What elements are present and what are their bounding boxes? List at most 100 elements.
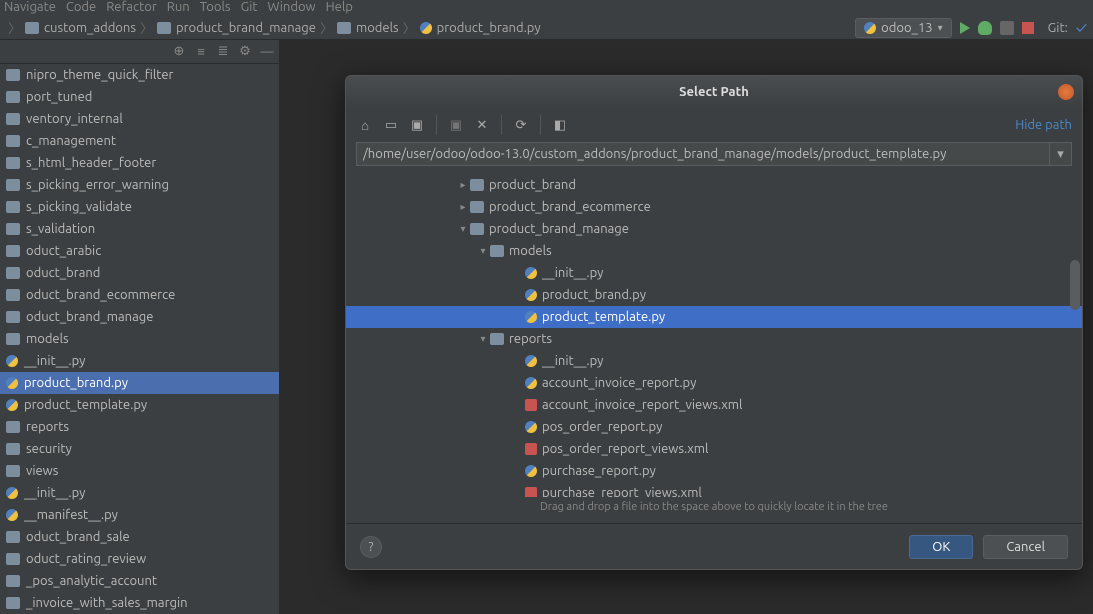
file-tree-item[interactable]: ▸product_brand_ecommerce: [346, 196, 1082, 218]
show-hidden-icon[interactable]: ◧: [551, 116, 569, 134]
tree-item-label: product_template.py: [24, 398, 147, 412]
breadcrumb[interactable]: 〉custom_addons 〉product_brand_manage 〉mo…: [6, 18, 541, 37]
tree-item[interactable]: __init__.py: [0, 350, 279, 372]
help-icon[interactable]: ?: [360, 536, 382, 558]
file-tree-item[interactable]: account_invoice_report_views.xml: [346, 394, 1082, 416]
chevron-down-icon[interactable]: ▾: [476, 333, 490, 345]
tree-item[interactable]: views: [0, 460, 279, 482]
tree-item[interactable]: oduct_rating_review: [0, 548, 279, 570]
project-icon[interactable]: ▣: [408, 116, 426, 134]
scrollbar[interactable]: [1070, 260, 1080, 310]
file-tree-item[interactable]: ▸product_brand: [346, 174, 1082, 196]
cancel-button[interactable]: Cancel: [983, 535, 1068, 559]
desktop-icon[interactable]: ▭: [382, 116, 400, 134]
file-tree-item[interactable]: pos_order_report_views.xml: [346, 438, 1082, 460]
tree-item[interactable]: s_picking_error_warning: [0, 174, 279, 196]
folder-icon: [490, 245, 504, 257]
folder-icon: [6, 289, 20, 301]
tree-item[interactable]: port_tuned: [0, 86, 279, 108]
tree-item[interactable]: oduct_brand_ecommerce: [0, 284, 279, 306]
file-tree-item[interactable]: __init__.py: [346, 262, 1082, 284]
python-file-icon: [6, 487, 18, 499]
chevron-right-icon[interactable]: ▸: [456, 201, 470, 213]
tree-item[interactable]: oduct_brand: [0, 262, 279, 284]
chevron-down-icon[interactable]: ▾: [476, 245, 490, 257]
delete-icon[interactable]: ✕: [473, 116, 491, 134]
expand-all-icon[interactable]: ≡: [193, 44, 209, 60]
home-icon[interactable]: ⌂: [356, 116, 374, 134]
tree-item[interactable]: oduct_arabic: [0, 240, 279, 262]
gear-icon[interactable]: ⚙: [237, 44, 253, 60]
tree-item-label: models: [26, 332, 69, 346]
file-tree-item[interactable]: product_brand.py: [346, 284, 1082, 306]
path-history-dropdown[interactable]: ▾: [1050, 142, 1072, 166]
file-tree-item[interactable]: ▾product_brand_manage: [346, 218, 1082, 240]
tree-item[interactable]: c_management: [0, 130, 279, 152]
tree-item[interactable]: product_template.py: [0, 394, 279, 416]
file-tree-item[interactable]: pos_order_report.py: [346, 416, 1082, 438]
file-tree-item-label: product_brand.py: [542, 288, 646, 302]
python-file-icon: [525, 355, 537, 367]
dialog-toolbar: ⌂ ▭ ▣ ▣ ✕ ⟳ ◧ Hide path: [346, 108, 1082, 142]
project-tree[interactable]: nipro_theme_quick_filter port_tunedventor…: [0, 64, 279, 614]
tree-item[interactable]: models: [0, 328, 279, 350]
folder-icon: [157, 22, 171, 34]
dialog-title: Select Path: [679, 85, 749, 99]
tree-item[interactable]: oduct_brand_sale: [0, 526, 279, 548]
file-tree-item[interactable]: purchase_report.py: [346, 460, 1082, 482]
tree-item[interactable]: security: [0, 438, 279, 460]
file-tree-item[interactable]: account_invoice_report.py: [346, 372, 1082, 394]
tree-item[interactable]: __manifest__.py: [0, 504, 279, 526]
locate-icon[interactable]: ⊕: [171, 44, 187, 60]
tree-item[interactable]: _pos_analytic_account: [0, 570, 279, 592]
tree-item[interactable]: oduct_brand_manage: [0, 306, 279, 328]
hide-icon[interactable]: —: [259, 44, 275, 60]
run-icon[interactable]: [960, 22, 970, 34]
dialog-title-bar: Select Path: [346, 76, 1082, 108]
folder-icon: [6, 223, 20, 235]
file-tree-item-label: account_invoice_report_views.xml: [542, 398, 742, 412]
tree-item-label: port_tuned: [26, 90, 92, 104]
ok-button[interactable]: OK: [909, 535, 973, 559]
file-tree-item[interactable]: ▾models: [346, 240, 1082, 262]
file-tree[interactable]: ▸product_brand▸product_brand_ecommerce▾p…: [346, 172, 1082, 497]
file-tree-item[interactable]: purchase_report_views.xml: [346, 482, 1082, 497]
tree-item[interactable]: reports: [0, 416, 279, 438]
select-path-dialog: Select Path ⌂ ▭ ▣ ▣ ✕ ⟳ ◧ Hide path ▾ ▸p…: [345, 75, 1083, 570]
tree-item-label: _invoice_with_sales_margin: [26, 596, 188, 610]
file-tree-item-label: reports: [509, 332, 552, 346]
folder-icon: [470, 201, 484, 213]
tree-item[interactable]: s_html_header_footer: [0, 152, 279, 174]
tree-item[interactable]: __init__.py: [0, 482, 279, 504]
debug-icon[interactable]: [978, 21, 992, 35]
run-config-selector[interactable]: odoo_13 ▾: [855, 18, 952, 38]
tree-item-label: security: [26, 442, 72, 456]
folder-icon: [470, 179, 484, 191]
run-controls: odoo_13 ▾ Git: ✓: [855, 18, 1087, 38]
path-input[interactable]: [356, 142, 1050, 166]
tree-item[interactable]: ventory_internal: [0, 108, 279, 130]
chevron-down-icon[interactable]: ▾: [456, 223, 470, 235]
stop-icon[interactable]: [1022, 22, 1034, 34]
file-tree-item[interactable]: __init__.py: [346, 350, 1082, 372]
tree-item[interactable]: _invoice_with_sales_margin: [0, 592, 279, 614]
refresh-icon[interactable]: ⟳: [512, 116, 530, 134]
chevron-right-icon[interactable]: ▸: [456, 179, 470, 191]
tree-item[interactable]: nipro_theme_quick_filter: [0, 64, 279, 86]
sidebar-toolbar: ⊕ ≡ ≣ ⚙ —: [0, 40, 279, 64]
file-tree-item[interactable]: product_template.py: [346, 306, 1082, 328]
tree-item-label: oduct_brand_ecommerce: [26, 288, 175, 302]
tree-item[interactable]: s_validation: [0, 218, 279, 240]
hide-path-link[interactable]: Hide path: [1015, 118, 1072, 132]
xml-file-icon: [525, 443, 537, 455]
coverage-icon[interactable]: [1000, 21, 1014, 35]
new-folder-icon[interactable]: ▣: [447, 116, 465, 134]
tree-item-label: s_picking_error_warning: [26, 178, 169, 192]
tree-item[interactable]: product_brand.py: [0, 372, 279, 394]
close-icon[interactable]: [1058, 84, 1074, 100]
file-tree-item[interactable]: ▾ reports: [346, 328, 1082, 350]
collapse-all-icon[interactable]: ≣: [215, 44, 231, 60]
tree-item[interactable]: s_picking_validate: [0, 196, 279, 218]
dialog-footer: ? OK Cancel: [346, 523, 1082, 569]
update-project-icon[interactable]: ✓: [1076, 19, 1087, 37]
